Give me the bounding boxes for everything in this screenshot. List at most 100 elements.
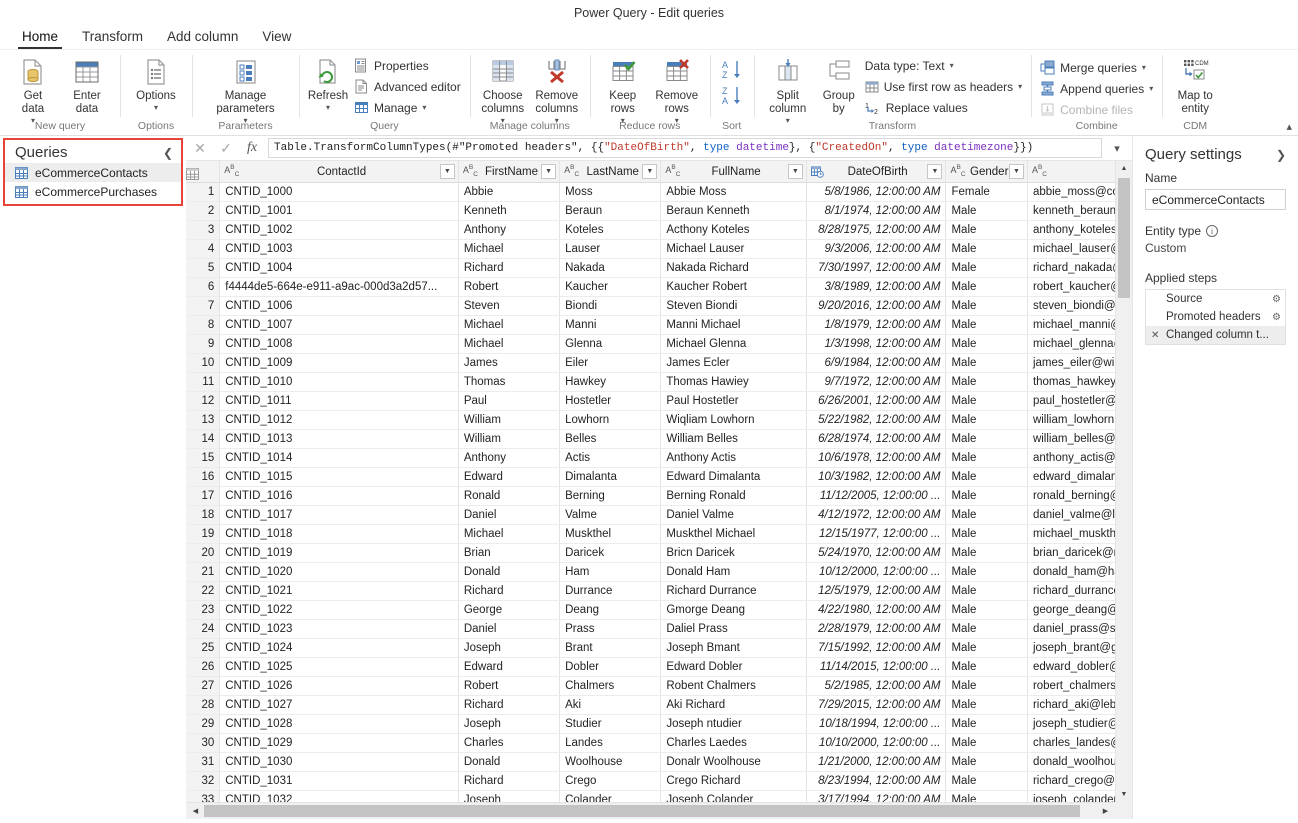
manage-button[interactable]: Manage ▾ <box>351 97 464 118</box>
applied-step[interactable]: Source ⚙ <box>1146 290 1285 308</box>
cell-fullname[interactable]: James Ecler <box>660 353 807 373</box>
column-header-lastname[interactable]: ABC LastName ▼ <box>559 161 662 183</box>
cell-gender[interactable]: Male <box>945 258 1028 278</box>
column-filter-dropdown-icon[interactable]: ▼ <box>541 164 557 179</box>
cell-contactid[interactable]: CNTID_1000 <box>219 182 459 202</box>
cell-firstname[interactable]: Anthony <box>458 220 561 240</box>
query-item-ecommercecontacts[interactable]: eCommerceContacts <box>5 163 181 182</box>
cell-fullname[interactable]: Donald Ham <box>660 562 807 582</box>
cell-firstname[interactable]: Charles <box>458 733 561 753</box>
map-to-entity-button[interactable]: CDM Map to entity <box>1168 53 1222 116</box>
row-number[interactable]: 1 <box>186 182 221 202</box>
table-row[interactable]: 21 CNTID_1020 Donald Ham Donald Ham 10/12/200… <box>186 562 1132 582</box>
cell-fullname[interactable]: Muskthel Michael <box>660 524 807 544</box>
table-row[interactable]: 10 CNTID_1009 James Eiler James Ecler 6/9/198… <box>186 353 1132 373</box>
cell-dateofbirth[interactable]: 11/14/2015, 12:00:00 ... <box>806 657 947 677</box>
cell-fullname[interactable]: Daliel Prass <box>660 619 807 639</box>
cell-firstname[interactable]: Richard <box>458 258 561 278</box>
choose-columns-button[interactable]: Choose columns ▾ <box>476 53 530 125</box>
enter-data-button[interactable]: Enter data <box>60 53 114 116</box>
cell-dateofbirth[interactable]: 1/3/1998, 12:00:00 AM <box>806 334 947 354</box>
cell-lastname[interactable]: Chalmers <box>559 676 662 696</box>
cell-firstname[interactable]: Michael <box>458 315 561 335</box>
cell-fullname[interactable]: Nakada Richard <box>660 258 807 278</box>
cell-gender[interactable]: Male <box>945 429 1028 449</box>
cell-gender[interactable]: Male <box>945 201 1028 221</box>
gear-icon[interactable]: ⚙ <box>1272 294 1281 305</box>
cell-lastname[interactable]: Biondi <box>559 296 662 316</box>
cell-fullname[interactable]: Kaucher Robert <box>660 277 807 297</box>
row-number[interactable]: 17 <box>186 486 221 506</box>
cell-contactid[interactable]: CNTID_1015 <box>219 467 459 487</box>
table-row[interactable]: 14 CNTID_1013 William Belles William Belles 6… <box>186 429 1132 449</box>
row-number[interactable]: 30 <box>186 733 221 753</box>
row-number[interactable]: 22 <box>186 581 221 601</box>
cell-firstname[interactable]: Robert <box>458 277 561 297</box>
cell-lastname[interactable]: Woolhouse <box>559 752 662 772</box>
cell-dateofbirth[interactable]: 6/9/1984, 12:00:00 AM <box>806 353 947 373</box>
cell-gender[interactable]: Male <box>945 277 1028 297</box>
cell-fullname[interactable]: Joseph ntudier <box>660 714 807 734</box>
query-item-ecommercepurchases[interactable]: eCommercePurchases <box>5 182 181 201</box>
cell-firstname[interactable]: Edward <box>458 657 561 677</box>
cell-lastname[interactable]: Moss <box>559 182 662 202</box>
cell-gender[interactable]: Male <box>945 733 1028 753</box>
cell-lastname[interactable]: Lauser <box>559 239 662 259</box>
ribbon-tab-transform[interactable]: Transform <box>70 28 155 49</box>
cell-firstname[interactable]: Anthony <box>458 448 561 468</box>
table-row[interactable]: 23 CNTID_1022 George Deang Gmorge Deang 4/22/… <box>186 600 1132 620</box>
column-header-dateofbirth[interactable]: DateOfBirth ▼ <box>806 161 947 183</box>
cell-dateofbirth[interactable]: 11/12/2005, 12:00:00 ... <box>806 486 947 506</box>
cell-lastname[interactable]: Kaucher <box>559 277 662 297</box>
cell-lastname[interactable]: Valme <box>559 505 662 525</box>
refresh-button[interactable]: Refresh ▾ <box>305 53 351 112</box>
table-row[interactable]: 19 CNTID_1018 Michael Muskthel Muskthel Mich… <box>186 524 1132 544</box>
ribbon-tab-view[interactable]: View <box>250 28 303 49</box>
row-number[interactable]: 16 <box>186 467 221 487</box>
remove-rows-button[interactable]: Remove rows ▾ <box>650 53 704 125</box>
row-number[interactable]: 29 <box>186 714 221 734</box>
append-queries-button[interactable]: Append queries ▾ <box>1037 78 1156 99</box>
replace-values-button[interactable]: 1 2 Replace values <box>862 97 1025 118</box>
cell-gender[interactable]: Male <box>945 353 1028 373</box>
cell-contactid[interactable]: CNTID_1012 <box>219 410 459 430</box>
scroll-down-icon[interactable]: ▼ <box>1116 787 1132 802</box>
table-row[interactable]: 26 CNTID_1025 Edward Dobler Edward Dobler 11/… <box>186 657 1132 677</box>
cell-contactid[interactable]: CNTID_1029 <box>219 733 459 753</box>
table-row[interactable]: 20 CNTID_1019 Brian Daricek Bricn Daricek 5/2… <box>186 543 1132 563</box>
data-type-button[interactable]: Data type: Text ▾ <box>862 55 1025 76</box>
cell-contactid[interactable]: CNTID_1008 <box>219 334 459 354</box>
cell-fullname[interactable]: Crego Richard <box>660 771 807 791</box>
cell-dateofbirth[interactable]: 5/8/1986, 12:00:00 AM <box>806 182 947 202</box>
cell-dateofbirth[interactable]: 6/28/1974, 12:00:00 AM <box>806 429 947 449</box>
row-number[interactable]: 11 <box>186 372 221 392</box>
cell-contactid[interactable]: CNTID_1009 <box>219 353 459 373</box>
cell-firstname[interactable]: William <box>458 429 561 449</box>
row-number[interactable]: 2 <box>186 201 221 221</box>
row-number[interactable]: 10 <box>186 353 221 373</box>
cell-gender[interactable]: Male <box>945 600 1028 620</box>
table-row[interactable]: 16 CNTID_1015 Edward Dimalanta Edward Dimala… <box>186 467 1132 487</box>
cell-fullname[interactable]: Manni Michael <box>660 315 807 335</box>
cell-firstname[interactable]: Joseph <box>458 638 561 658</box>
cell-firstname[interactable]: Daniel <box>458 619 561 639</box>
cell-lastname[interactable]: Nakada <box>559 258 662 278</box>
sort-ascending-button[interactable]: A Z <box>716 57 748 83</box>
chevron-down-icon[interactable]: ▾ <box>1108 142 1126 155</box>
row-number[interactable]: 32 <box>186 771 221 791</box>
cell-fullname[interactable]: Gmorge Deang <box>660 600 807 620</box>
collapse-ribbon-button[interactable]: ▴ <box>1286 120 1292 133</box>
cell-gender[interactable]: Male <box>945 771 1028 791</box>
scroll-right-icon[interactable]: ▶ <box>1098 803 1113 819</box>
cell-contactid[interactable]: CNTID_1028 <box>219 714 459 734</box>
manage-parameters-button[interactable]: Manage parameters ▾ <box>198 53 293 125</box>
cell-lastname[interactable]: Prass <box>559 619 662 639</box>
cell-gender[interactable]: Male <box>945 448 1028 468</box>
cell-firstname[interactable]: Paul <box>458 391 561 411</box>
table-row[interactable]: 4 CNTID_1003 Michael Lauser Michael Lauser 9/… <box>186 239 1132 259</box>
cell-dateofbirth[interactable]: 8/1/1974, 12:00:00 AM <box>806 201 947 221</box>
cell-firstname[interactable]: Donald <box>458 562 561 582</box>
cell-dateofbirth[interactable]: 10/6/1978, 12:00:00 AM <box>806 448 947 468</box>
row-number[interactable]: 13 <box>186 410 221 430</box>
cell-gender[interactable]: Male <box>945 752 1028 772</box>
